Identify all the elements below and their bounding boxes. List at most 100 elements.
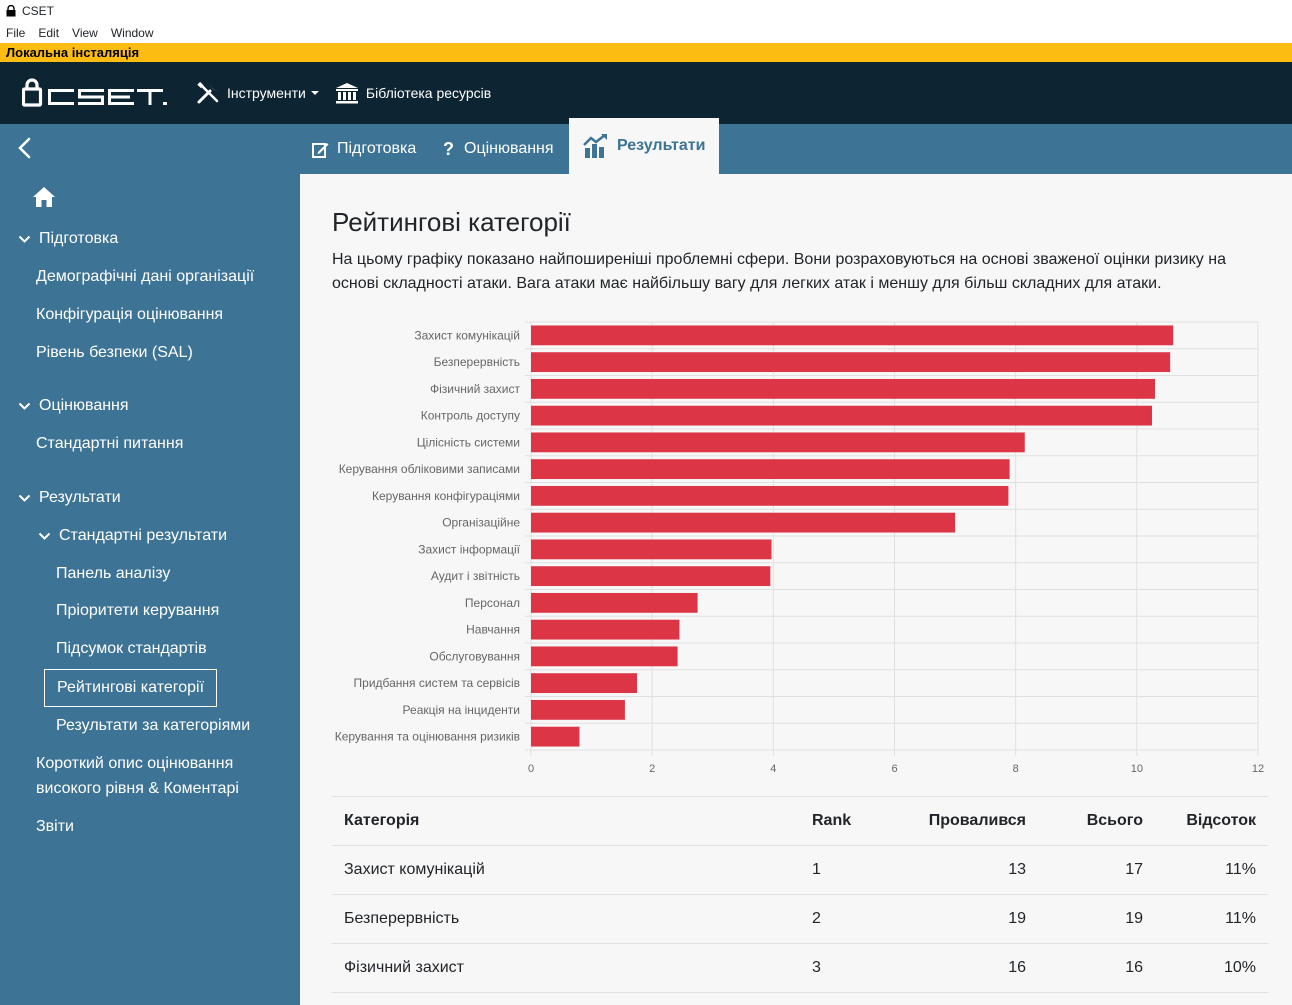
tools-menu[interactable]: Інструменти (196, 81, 319, 105)
question-icon: ? (443, 138, 454, 159)
sidebar-item-standards-summary[interactable]: Підсумок стандартів (56, 640, 207, 658)
cell-category: Захист комунікацій (332, 845, 800, 895)
menu-bar: File Edit View Window (0, 22, 1292, 43)
sidebar-item-results-by-category[interactable]: Результати за категоріями (56, 717, 250, 735)
category-tick-label: Безперервність (434, 355, 520, 369)
cell-total: 19 (1038, 894, 1155, 944)
category-tick-label: Захист інформації (418, 542, 520, 556)
chart-bar (531, 325, 1174, 346)
chevron-down-icon (18, 235, 31, 243)
cell-failed: 13 (900, 845, 1038, 895)
cset-logo[interactable] (22, 62, 168, 124)
sidebar-section-results-label: Результати (39, 489, 121, 506)
category-tick-label: Контроль доступу (421, 409, 520, 423)
cell-category: Фізичний захист (332, 943, 800, 993)
category-tick-label: Захист комунікацій (414, 328, 520, 342)
col-total: Всього (1038, 796, 1155, 846)
sidebar-section-standard-results[interactable]: Стандартні результати (38, 527, 227, 545)
category-tick-label: Персонал (465, 596, 520, 610)
x-tick-label: 4 (770, 763, 776, 775)
cell-percent: 11% (1155, 894, 1268, 944)
menu-edit[interactable]: Edit (38, 26, 59, 40)
sidebar-item-demographics[interactable]: Демографічні дані організації (36, 268, 254, 286)
cset-logo-graphic (22, 78, 167, 107)
sidebar-item-config[interactable]: Конфігурація оцінювання (36, 306, 223, 324)
sidebar-item-sal[interactable]: Рівень безпеки (SAL) (36, 344, 193, 362)
chart-bar (531, 592, 698, 613)
cell-failed: 19 (900, 894, 1038, 944)
tab-prepare[interactable]: Підготовка (312, 124, 416, 174)
category-tick-label: Керування конфігураціями (372, 489, 520, 503)
tab-assess-label: Оцінювання (464, 140, 554, 157)
category-tick-label: Обслуговування (429, 649, 520, 663)
chart-bar (531, 378, 1156, 399)
resource-library-label: Бібліотека ресурсів (365, 85, 492, 101)
cell-category: Безперервність (332, 894, 800, 944)
tab-prepare-label: Підготовка (337, 140, 417, 157)
sidebar-section-results[interactable]: Результати (18, 489, 121, 507)
sidebar-item-control-priorities[interactable]: Пріоритети керування (56, 602, 219, 620)
chart-bar (531, 646, 678, 667)
chart-bar (531, 699, 625, 720)
lock-icon (6, 5, 16, 17)
app-navbar: Інструменти Бібліотека ресурсів (0, 62, 1292, 124)
x-tick-label: 12 (1252, 763, 1264, 775)
page-title: Рейтингові категорії (332, 207, 571, 237)
category-tick-label: Керування та оцінювання ризиків (335, 730, 520, 744)
cell-total: 17 (1038, 845, 1155, 895)
library-icon (335, 83, 358, 104)
category-tick-label: Придбання систем та сервісів (354, 676, 520, 690)
tab-assess[interactable]: ? Оцінювання (443, 124, 554, 174)
tools-icon (197, 81, 219, 104)
ranked-categories-table: Категорія Rank Провалився Всього Відсото… (332, 796, 1268, 993)
resource-library-link[interactable]: Бібліотека ресурсів (335, 82, 491, 104)
sidebar-item-standard-questions[interactable]: Стандартні питання (36, 435, 183, 453)
chart-bar (531, 405, 1152, 426)
menu-view[interactable]: View (72, 26, 98, 40)
edit-icon (312, 142, 329, 158)
sidebar-section-prepare[interactable]: Підготовка (18, 230, 118, 248)
table-row: Безперервність 2 19 19 11% (332, 894, 1268, 944)
chart-growth-icon (583, 134, 607, 158)
window-title: CSET (22, 4, 55, 18)
back-chevron-icon[interactable] (14, 135, 36, 161)
menu-window[interactable]: Window (111, 26, 154, 40)
x-tick-label: 6 (891, 763, 897, 775)
tools-label: Інструменти (227, 85, 306, 101)
x-tick-label: 2 (649, 763, 655, 775)
x-tick-label: 0 (528, 763, 534, 775)
chart-bar (531, 726, 580, 747)
category-tick-label: Фізичний захист (430, 382, 520, 396)
chevron-down-icon (18, 402, 31, 410)
table-header-row: Категорія Rank Провалився Всього Відсото… (332, 796, 1268, 846)
sidebar-item-reports[interactable]: Звіти (36, 818, 74, 836)
chart-bar (531, 432, 1025, 453)
sidebar-nav: Підготовка Демографічні дані організації… (0, 174, 300, 1005)
col-percent: Відсоток (1155, 796, 1268, 846)
sidebar-item-executive-summary[interactable]: Короткий опис оцінювання високого рівня … (36, 751, 286, 801)
col-failed: Провалився (900, 796, 1038, 846)
sidebar-section-standard-results-label: Стандартні результати (59, 527, 228, 544)
chart-bar (531, 566, 771, 587)
sidebar-item-analysis-dashboard[interactable]: Панель аналізу (56, 565, 170, 583)
chevron-down-icon (18, 494, 31, 502)
cell-percent: 11% (1155, 845, 1268, 895)
cell-total: 16 (1038, 943, 1155, 993)
chart-bar (531, 512, 956, 533)
chart-bar (531, 459, 1010, 480)
category-tick-label: Керування обліковими записами (339, 462, 520, 476)
tab-results[interactable]: Результати (569, 118, 720, 174)
x-tick-label: 10 (1131, 763, 1143, 775)
sidebar-section-prepare-label: Підготовка (39, 230, 119, 247)
page-intro: На цьому графіку показано найпоширеніші … (332, 251, 1226, 292)
sidebar-item-ranked-categories[interactable]: Рейтингові категорії (44, 669, 218, 707)
home-icon[interactable] (32, 186, 56, 208)
sidebar-section-assess[interactable]: Оцінювання (18, 397, 129, 415)
chart-bar (531, 673, 638, 694)
assessment-tabbar: Підготовка ? Оцінювання Результати (0, 118, 1292, 174)
window-titlebar: CSET (0, 0, 1292, 22)
category-tick-label: Реакція на інциденти (403, 703, 520, 717)
install-banner: Локальна інсталяція (0, 43, 1292, 62)
menu-file[interactable]: File (6, 26, 25, 40)
cell-percent: 10% (1155, 943, 1268, 993)
